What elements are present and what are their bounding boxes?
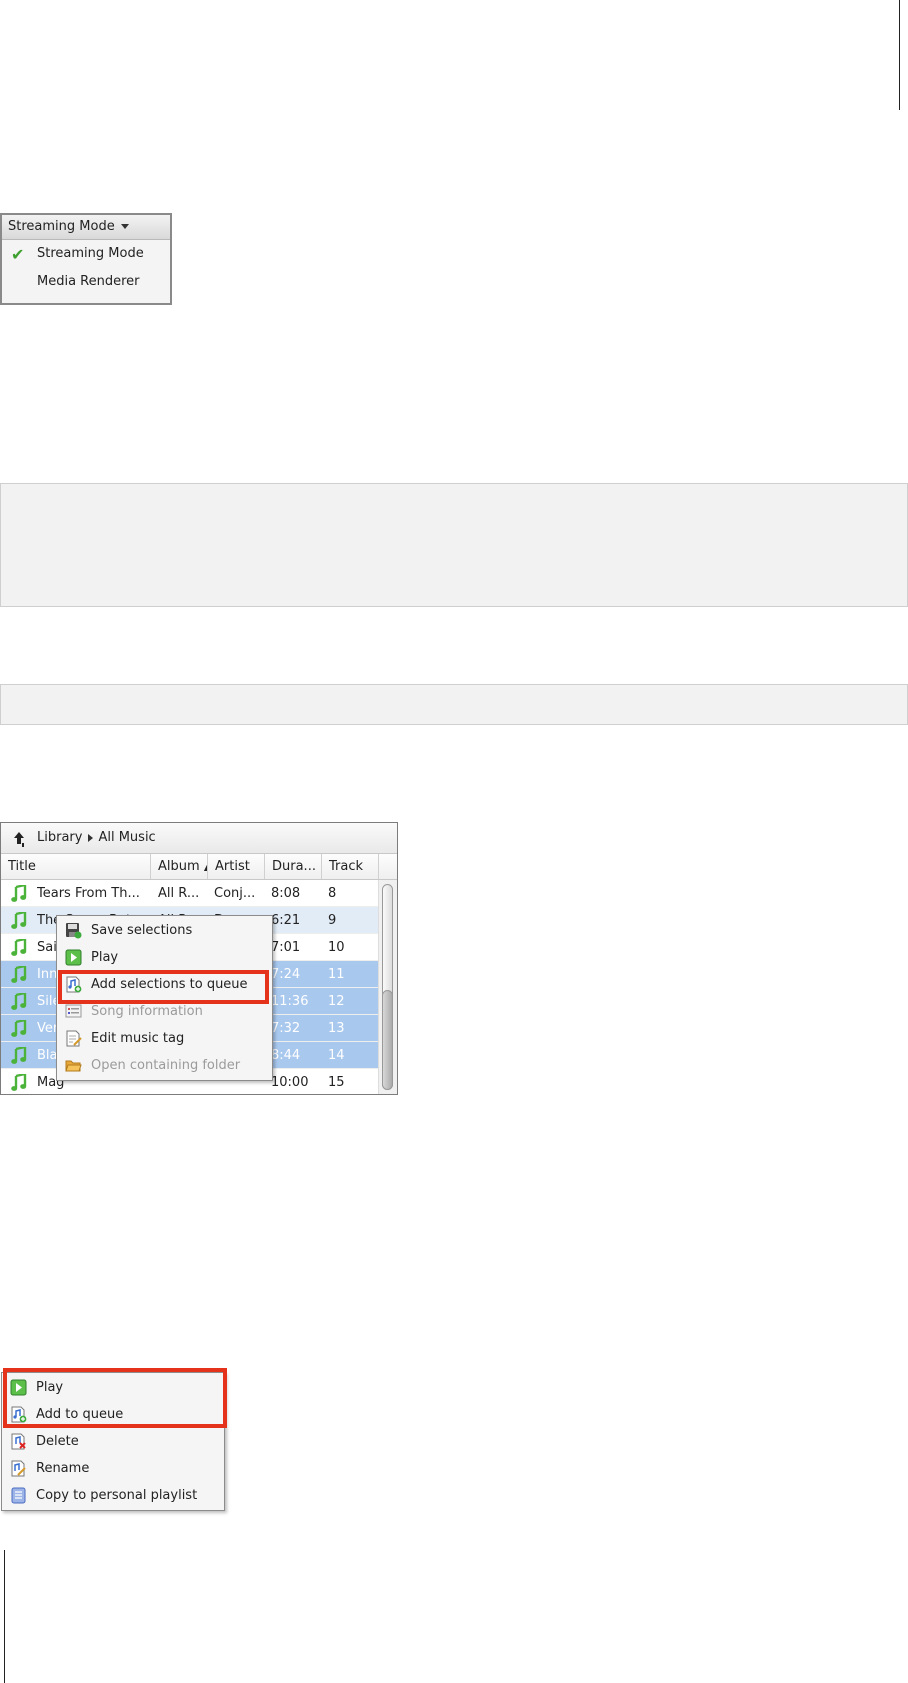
menu-item-label: Open containing folder	[91, 1058, 241, 1073]
cell-title: Sai	[37, 940, 57, 955]
music-note-icon	[11, 910, 27, 930]
cell-track: 13	[328, 1021, 345, 1036]
cell-track: 14	[328, 1048, 345, 1063]
cell-title: Bla	[37, 1048, 58, 1063]
menu-item-media-renderer[interactable]: Media Renderer	[2, 268, 170, 296]
breadcrumb-library[interactable]: Library	[37, 830, 82, 845]
column-header-album[interactable]: Album ▲	[151, 854, 208, 879]
save-icon	[65, 922, 82, 939]
cell-track: 9	[328, 913, 337, 928]
column-header-track[interactable]: Track	[322, 854, 379, 879]
streaming-mode-dropdown-header[interactable]: Streaming Mode	[2, 215, 170, 240]
cell-duration: 11:36	[271, 994, 309, 1009]
cell-duration: 7:24	[271, 967, 301, 982]
breadcrumb: Library All Music	[1, 823, 397, 854]
menu-item-save-selections[interactable]: Save selections	[57, 917, 272, 944]
menu-item-label: Rename	[36, 1461, 90, 1476]
rename-icon	[10, 1460, 27, 1477]
cell-duration: 8:44	[271, 1048, 301, 1063]
breadcrumb-separator-icon	[88, 833, 94, 842]
cell-track: 12	[328, 994, 345, 1009]
cell-duration: 7:32	[271, 1021, 301, 1036]
menu-item-play[interactable]: Play	[57, 944, 272, 971]
play-icon	[65, 949, 82, 966]
menu-item-label: Copy to personal playlist	[36, 1488, 198, 1503]
column-header-album-label: Album	[158, 859, 200, 874]
music-note-icon	[11, 1045, 27, 1065]
delete-icon	[10, 1433, 27, 1450]
cell-track: 11	[328, 967, 345, 982]
cell-duration: 7:01	[271, 940, 301, 955]
breadcrumb-all-music: All Music	[98, 830, 156, 845]
menu-item-label: Delete	[36, 1434, 79, 1449]
scrollbar[interactable]	[378, 880, 397, 1094]
music-note-icon	[11, 991, 27, 1011]
menu-item-label: Streaming Mode	[37, 246, 144, 261]
page-rule-top-right	[899, 0, 900, 110]
menu-item-delete[interactable]: Delete	[2, 1428, 224, 1455]
page-rule-bottom-left	[4, 1550, 5, 1683]
table-header: Title Album ▲ Artist Dura... Track	[1, 854, 397, 880]
column-header-title[interactable]: Title	[1, 854, 151, 879]
grey-panel-small	[0, 684, 908, 725]
menu-item-open-containing-folder[interactable]: Open containing folder	[57, 1052, 272, 1079]
music-note-icon	[11, 964, 27, 984]
edit-tag-icon	[65, 1030, 82, 1047]
cell-duration: 8:08	[271, 886, 301, 901]
highlight-frame-add-selections	[58, 970, 269, 1004]
column-header-duration[interactable]: Dura...	[265, 854, 322, 879]
menu-item-label: Edit music tag	[91, 1031, 185, 1046]
cell-track: 10	[328, 940, 345, 955]
cell-title: Tears From Th...	[37, 886, 140, 901]
cell-duration: 6:21	[271, 913, 301, 928]
music-note-icon	[11, 937, 27, 957]
info-icon	[65, 1003, 82, 1020]
dropdown-header-label: Streaming Mode	[8, 219, 115, 234]
cell-duration: 10:00	[271, 1075, 309, 1090]
playlist-icon	[10, 1487, 27, 1504]
menu-item-label: Song information	[91, 1004, 203, 1019]
folder-icon	[65, 1057, 82, 1074]
menu-item-label: Play	[91, 950, 119, 965]
cell-title: Inn	[37, 967, 58, 982]
cell-artist: Conj...	[214, 886, 256, 901]
streaming-mode-dropdown[interactable]: Streaming Mode ✔ Streaming Mode Media Re…	[0, 213, 172, 305]
column-header-artist[interactable]: Artist	[208, 854, 265, 879]
menu-item-copy-to-personal-playlist[interactable]: Copy to personal playlist	[2, 1482, 224, 1509]
highlight-frame-play-add	[3, 1368, 227, 1428]
menu-item-streaming-mode[interactable]: ✔ Streaming Mode	[2, 240, 170, 268]
menu-item-edit-music-tag[interactable]: Edit music tag	[57, 1025, 272, 1052]
menu-item-label: Media Renderer	[37, 274, 140, 289]
cell-track: 15	[328, 1075, 345, 1090]
menu-item-rename[interactable]: Rename	[2, 1455, 224, 1482]
table-row[interactable]: Tears From Th... All R... Conj... 8:08 8	[1, 880, 379, 907]
music-note-icon	[11, 883, 27, 903]
music-note-icon	[11, 1018, 27, 1038]
grey-panel-large	[0, 483, 908, 607]
chevron-down-icon	[120, 224, 129, 229]
up-arrow-icon[interactable]	[11, 831, 27, 844]
cell-album: All R...	[158, 886, 200, 901]
checkmark-icon: ✔	[11, 245, 25, 264]
cell-track: 8	[328, 886, 337, 901]
menu-item-label: Save selections	[91, 923, 193, 938]
scrollbar-thumb[interactable]	[382, 990, 393, 1090]
music-note-icon	[11, 1072, 27, 1092]
